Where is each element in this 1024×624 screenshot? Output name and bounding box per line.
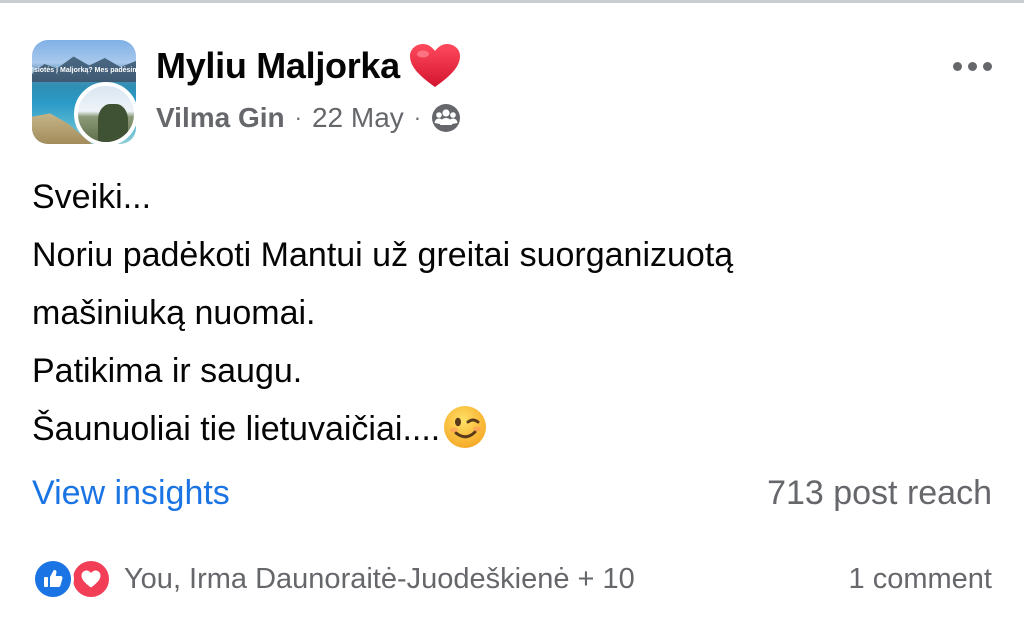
author-name[interactable]: Vilma Gin	[156, 102, 285, 134]
post-header: Įsiotės į Maljorką? Mes padėsime Myliu M…	[32, 40, 1000, 148]
insights-row: View insights 713 post reach	[32, 468, 992, 518]
post-line: Patikima ir saugu.	[32, 352, 303, 390]
more-dot	[967, 61, 977, 71]
post-line: Sveiki...	[32, 178, 152, 216]
more-dot	[982, 61, 992, 71]
reactors-text[interactable]: You, Irma Daunoraitė-Juodeškienė + 10	[124, 563, 635, 596]
meta-separator: ·	[294, 105, 302, 130]
red-heart-icon	[408, 43, 462, 89]
avatar-group[interactable]: Įsiotės į Maljorką? Mes padėsime	[32, 40, 138, 146]
meta-separator: ·	[413, 105, 422, 130]
love-reaction-icon	[70, 558, 112, 600]
top-divider	[0, 0, 1024, 3]
post-line: Noriu padėkoti Mantui už greitai suorgan…	[32, 236, 734, 274]
avatar-tree	[98, 104, 128, 142]
more-options-icon[interactable]	[944, 46, 1000, 86]
group-members-icon	[431, 103, 461, 133]
more-dot	[952, 61, 962, 71]
reaction-icons	[32, 556, 116, 602]
winking-face-icon	[442, 404, 488, 450]
group-name[interactable]: Myliu Maljorka	[156, 45, 400, 87]
avatar-banner-text: Įsiotės į Maljorką? Mes padėsime	[32, 67, 136, 74]
reactions-summary[interactable]: You, Irma Daunoraitė-Juodeškienė + 10	[32, 556, 635, 602]
view-insights-link[interactable]: View insights	[32, 474, 230, 513]
post-line-last: Šaunuoliai tie lietuvaičiai....	[32, 400, 992, 458]
post-line: Šaunuoliai tie lietuvaičiai....	[32, 410, 441, 448]
author-avatar[interactable]	[74, 82, 138, 146]
post-line: mašiniuką nuomai.	[32, 294, 316, 332]
meta-row: Vilma Gin · 22 May ·	[156, 98, 461, 138]
like-reaction-icon	[32, 558, 74, 600]
reactions-row: You, Irma Daunoraitė-Juodeškienė + 10 1 …	[32, 556, 992, 602]
post-body: Sveiki... Noriu padėkoti Mantui už greit…	[32, 168, 992, 458]
post-date[interactable]: 22 May	[312, 102, 404, 134]
comments-count[interactable]: 1 comment	[849, 563, 992, 596]
title-row: Myliu Maljorka	[156, 42, 462, 90]
post-reach: 713 post reach	[767, 473, 992, 512]
